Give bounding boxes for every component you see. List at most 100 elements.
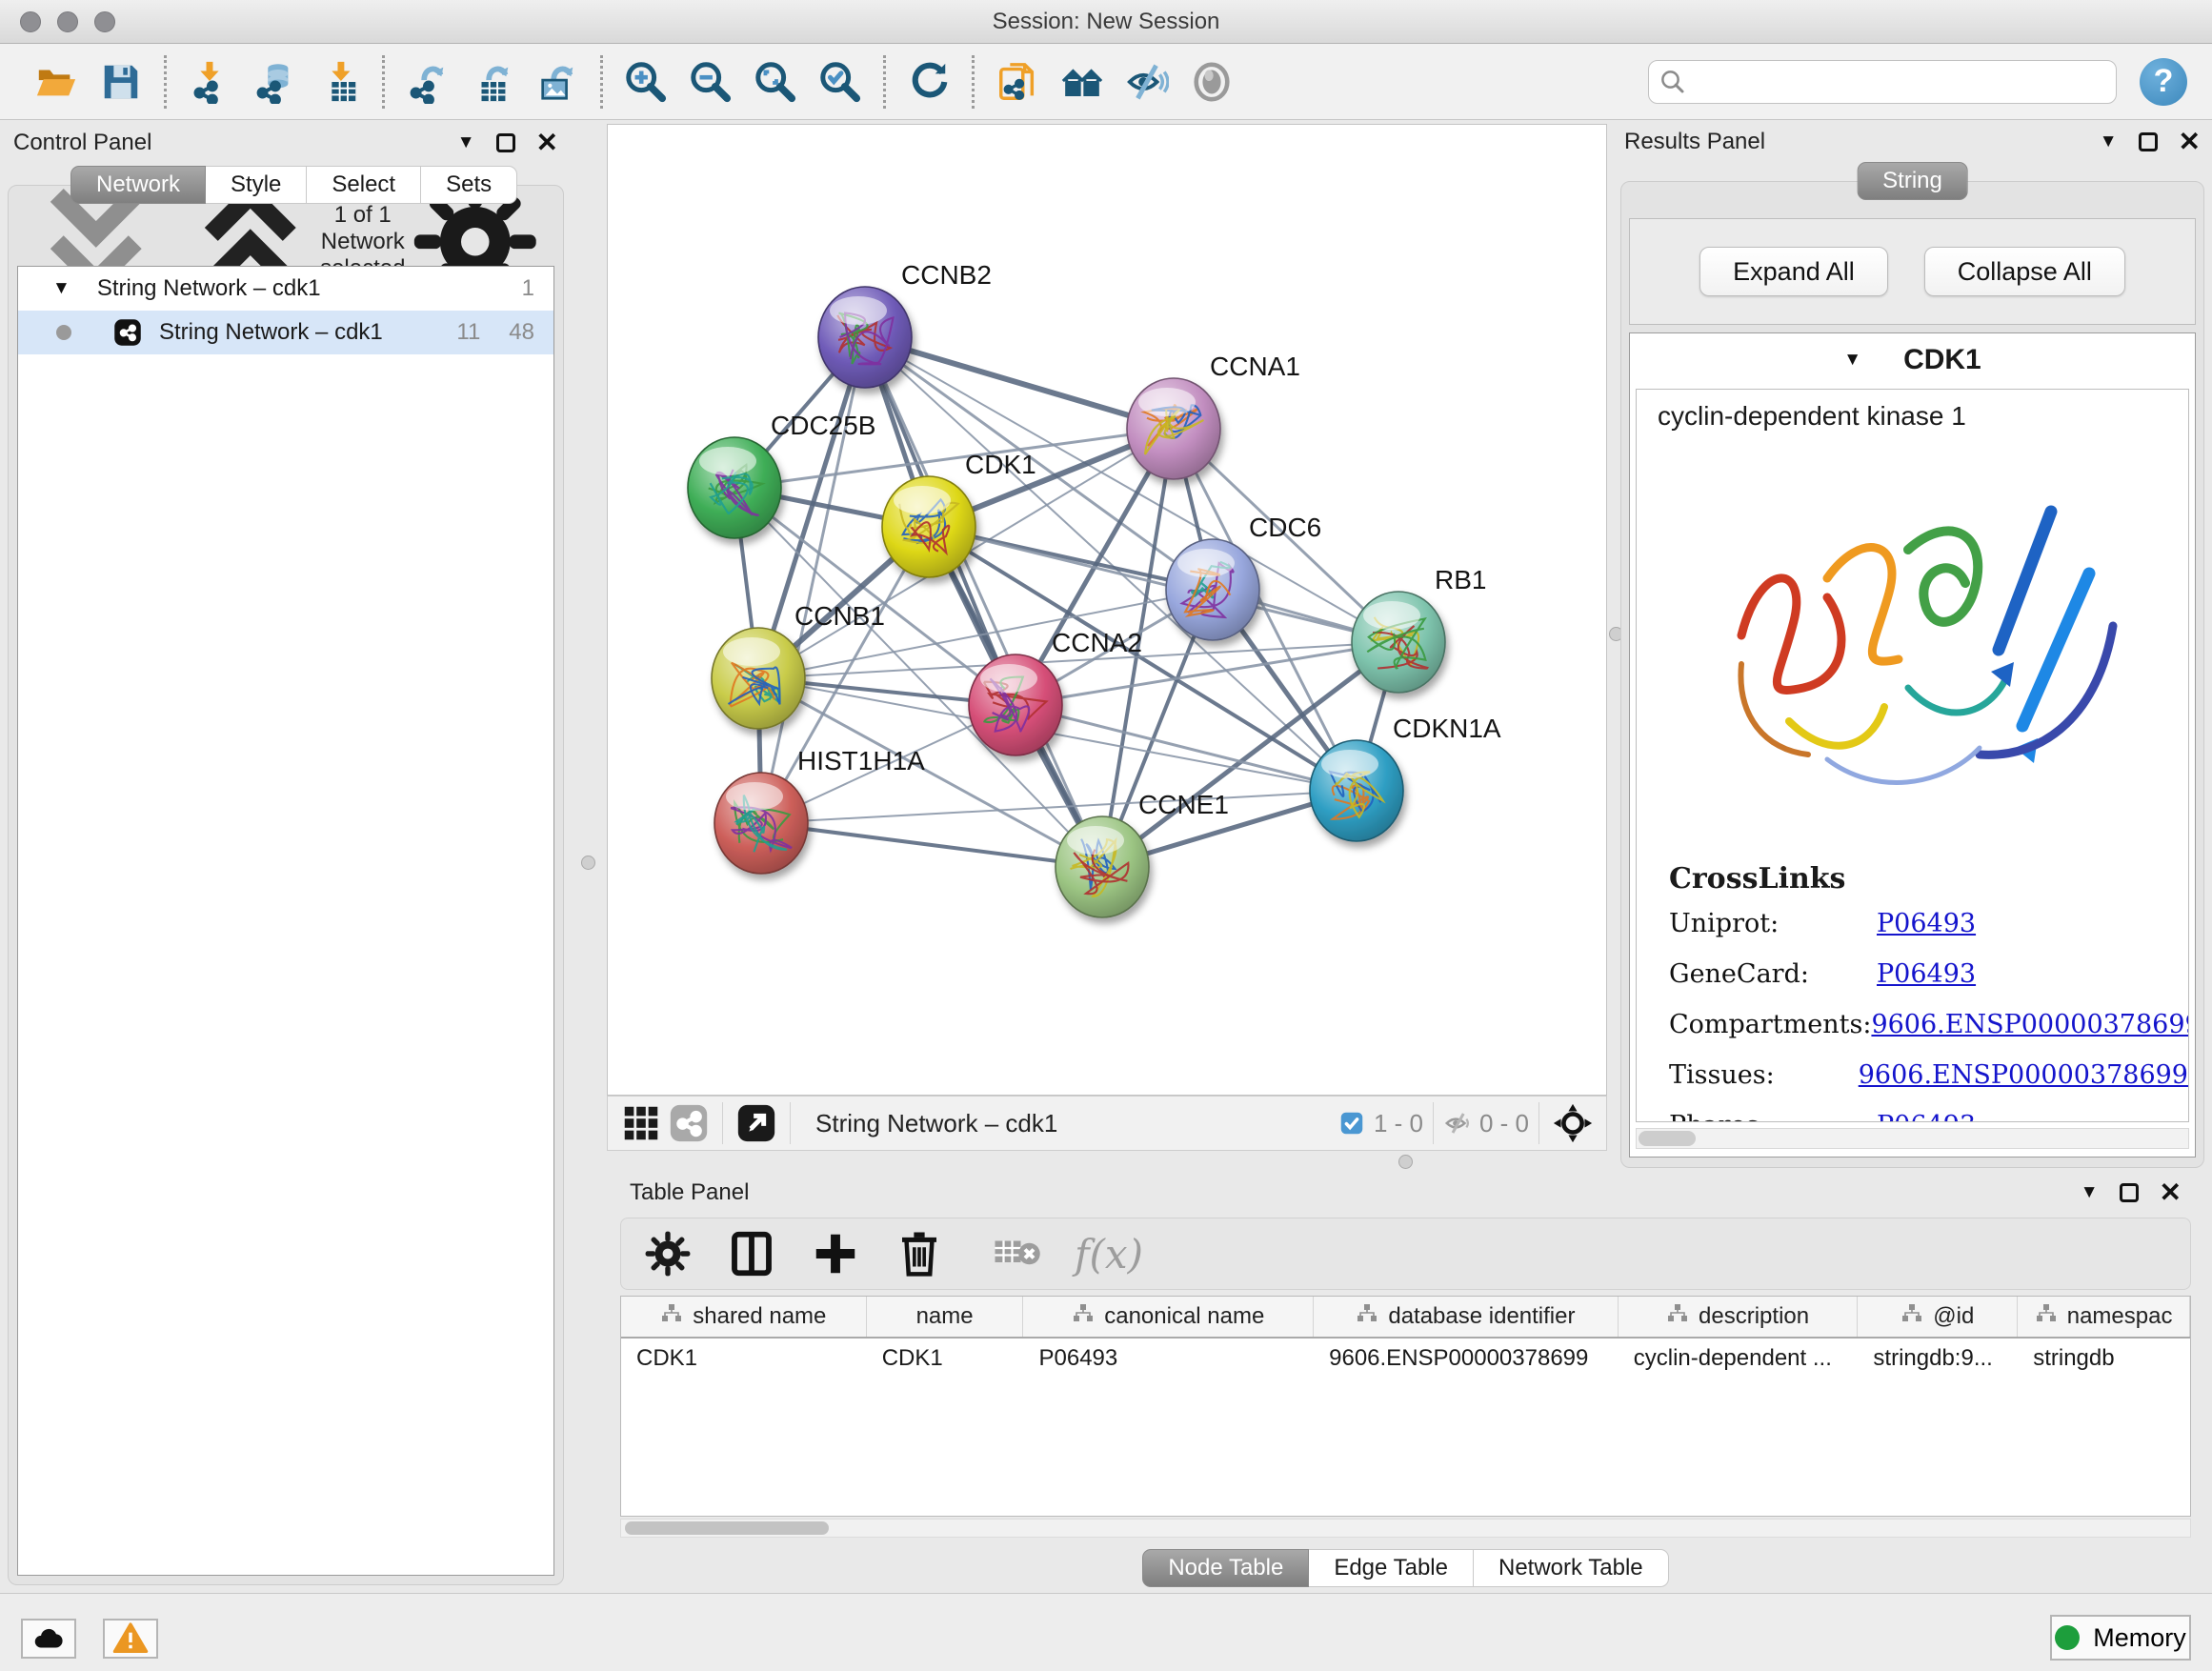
open-session-button[interactable] [29,54,84,110]
save-session-button[interactable] [93,54,149,110]
selected-checkbox-icon[interactable] [1337,1109,1366,1137]
column-header-database-identifier[interactable]: database identifier [1314,1297,1619,1337]
detach-view-button[interactable] [733,1101,780,1145]
control-panel-float-button[interactable] [496,133,515,152]
control-panel-menu-button[interactable]: ▼ [457,132,475,153]
collapse-all-button[interactable]: Collapse All [1924,247,2125,296]
zoom-in-button[interactable] [618,54,674,110]
table-cell[interactable]: CDK1 [867,1339,1024,1379]
warnings-button[interactable] [103,1619,158,1659]
tab-select[interactable]: Select [307,166,421,204]
node-table[interactable]: shared namenamecanonical namedatabase id… [620,1296,2191,1517]
collection-expander-icon[interactable]: ▼ [52,278,70,299]
network-node-CCNA2[interactable] [969,654,1062,755]
zoom-out-button[interactable] [683,54,738,110]
tab-node-table[interactable]: Node Table [1142,1549,1309,1587]
tab-edge-table[interactable]: Edge Table [1309,1549,1474,1587]
crosslink-link[interactable]: P06493 [1877,1111,1976,1122]
network-node-CCNA1[interactable] [1127,378,1220,479]
export-image-button[interactable] [530,54,585,110]
table-cell[interactable]: stringdb [2018,1339,2190,1379]
help-button[interactable]: ? [2140,57,2189,107]
network-row[interactable]: String Network – cdk1 11 48 [18,311,553,354]
node-label-CCNA2: CCNA2 [1052,628,1142,657]
column-header-@id[interactable]: @id [1858,1297,2018,1337]
results-panel-menu-button[interactable]: ▼ [2100,131,2118,152]
tab-sets[interactable]: Sets [421,166,517,204]
control-panel-close-button[interactable]: ✕ [536,133,558,152]
network-node-RB1[interactable] [1352,592,1445,693]
show-columns-button[interactable] [726,1228,777,1279]
network-node-CCNE1[interactable] [1056,816,1149,917]
export-network-button[interactable] [400,54,455,110]
column-header-canonical-name[interactable]: canonical name [1023,1297,1314,1337]
import-database-button[interactable] [247,54,302,110]
bottom-splitter-handle[interactable] [1398,1155,1413,1169]
network-canvas[interactable]: CCNB2CCNA1CDC25BCDK1CDC6RB1CCNB1CCNA2CDK… [607,124,1607,1096]
table-cell[interactable]: stringdb:9... [1858,1339,2018,1379]
column-header-name[interactable]: name [867,1297,1024,1337]
table-cell[interactable]: CDK1 [621,1339,867,1379]
tab-string[interactable]: String [1857,162,1968,200]
export-table-button[interactable] [465,54,520,110]
inactive-eye-button[interactable] [1184,54,1239,110]
search-input[interactable] [1693,69,2106,95]
network-node-CDK1[interactable] [882,476,975,577]
column-header-namespac[interactable]: namespac [2018,1297,2190,1337]
tab-network[interactable]: Network [70,166,206,204]
table-panel-close-button[interactable]: ✕ [2160,1183,2182,1202]
column-header-description[interactable]: description [1619,1297,1859,1337]
refresh-button[interactable] [901,54,956,110]
protein-expander-icon[interactable]: ▼ [1843,350,1861,371]
search-field[interactable] [1648,60,2117,104]
table-cell[interactable]: P06493 [1024,1339,1315,1379]
birds-eye-view-button[interactable] [1549,1101,1597,1145]
network-node-CCNB2[interactable] [818,287,912,388]
table-cell[interactable]: 9606.ENSP00000378699 [1314,1339,1619,1379]
network-node-CDKN1A[interactable] [1310,740,1403,841]
import-network-button[interactable] [182,54,237,110]
network-node-CDC6[interactable] [1166,539,1259,640]
left-splitter-handle[interactable] [581,856,595,870]
table-panel-float-button[interactable] [2120,1183,2139,1202]
hide-panels-button[interactable] [1119,54,1175,110]
crosslink-link[interactable]: 9606.ENSP00000378699 [1859,1060,2188,1090]
table-panel-menu-button[interactable]: ▼ [2081,1182,2099,1203]
results-panel-float-button[interactable] [2139,132,2158,151]
zoom-selected-button[interactable] [813,54,868,110]
results-horizontal-scrollbar[interactable] [1636,1128,2189,1149]
column-header-shared-name[interactable]: shared name [621,1297,867,1337]
tab-style[interactable]: Style [206,166,307,204]
table-cell[interactable]: cyclin-dependent ... [1619,1339,1859,1379]
protein-structure-image [1684,445,2142,845]
string-import-button[interactable] [990,54,1045,110]
network-node-CCNB1[interactable] [712,628,805,729]
share-view-button[interactable] [665,1101,713,1145]
results-panel-close-button[interactable]: ✕ [2179,132,2201,151]
table-row[interactable]: CDK1CDK1P064939606.ENSP00000378699cyclin… [621,1339,2190,1379]
crosslink-link[interactable]: 9606.ENSP00000378699 [1871,1010,2189,1039]
import-table-button[interactable] [312,54,367,110]
function-builder-button[interactable]: f(x) [1075,1228,1143,1279]
create-column-button[interactable] [810,1228,861,1279]
grid-view-button[interactable] [617,1101,665,1145]
network-node-HIST1H1A[interactable] [714,773,808,874]
crosslink-link[interactable]: P06493 [1877,909,1976,938]
delete-table-button[interactable] [991,1228,1042,1279]
table-horizontal-scrollbar[interactable] [620,1519,2191,1538]
memory-button[interactable]: Memory [2050,1615,2191,1661]
network-node-CDC25B[interactable] [688,437,781,538]
crosslink-label: Pharos: [1669,1111,1877,1122]
cloud-status-button[interactable] [21,1619,76,1659]
table-settings-gear-button[interactable] [642,1228,694,1279]
hierarchy-icon [1072,1302,1095,1332]
zoom-fit-button[interactable] [748,54,803,110]
tab-network-table[interactable]: Network Table [1474,1549,1669,1587]
network-collection-row[interactable]: ▼ String Network – cdk1 1 [18,267,553,311]
expand-all-button[interactable]: Expand All [1699,247,1888,296]
crosslink-link[interactable]: P06493 [1877,959,1976,989]
string-network-graph[interactable]: CCNB2CCNA1CDC25BCDK1CDC6RB1CCNB1CCNA2CDK… [608,125,1606,1095]
delete-column-button[interactable] [894,1228,945,1279]
birds-eye-button[interactable] [1055,54,1110,110]
crosslinks-heading: CrossLinks [1669,862,2188,896]
